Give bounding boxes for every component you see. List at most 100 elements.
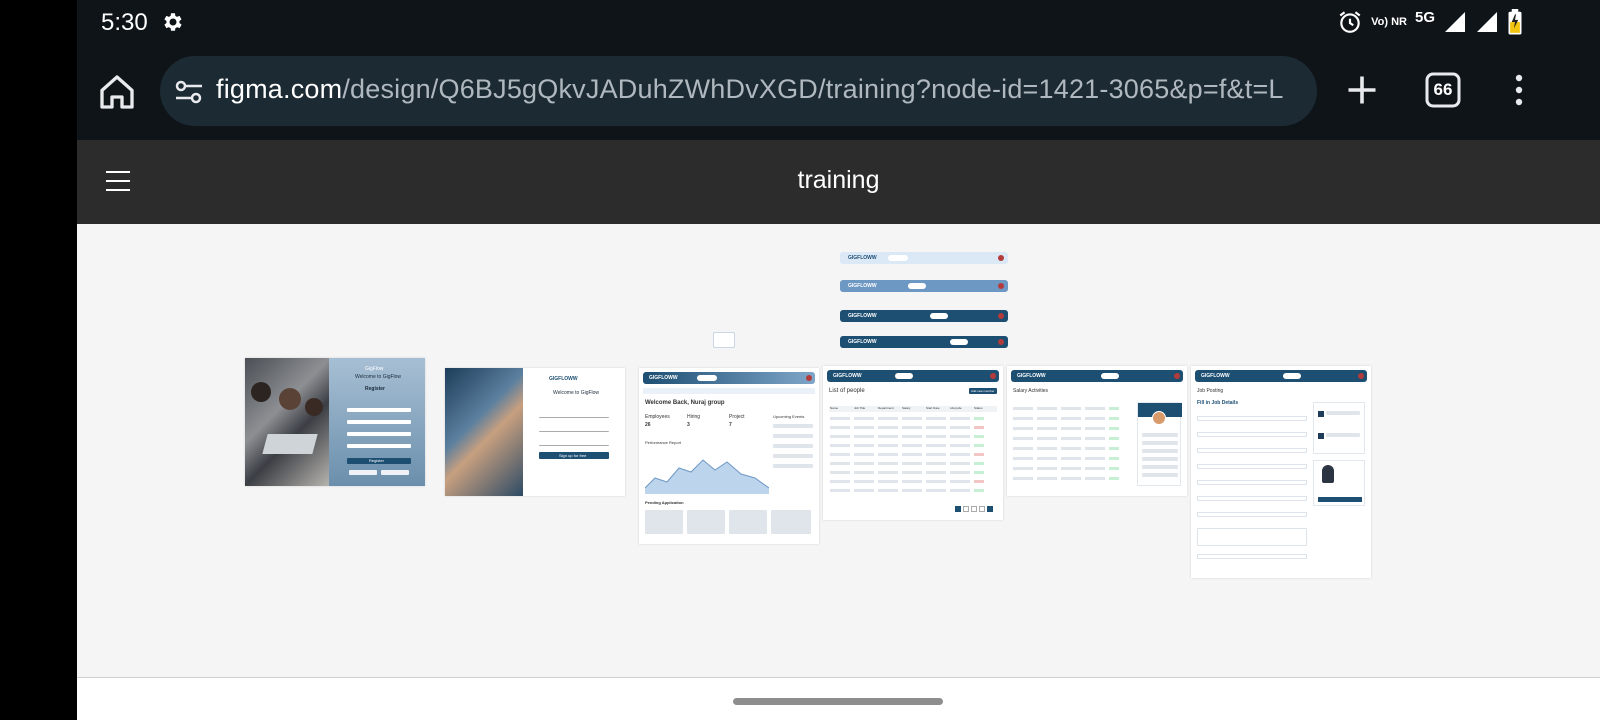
table-row[interactable] [1013, 426, 1131, 432]
register-field[interactable] [347, 432, 411, 436]
signup-button[interactable]: Sign up for free [539, 452, 609, 459]
nav-active-pill [908, 283, 926, 289]
applicant-card[interactable] [729, 510, 767, 534]
table-cell [878, 417, 898, 420]
table-cell [830, 453, 850, 456]
applicant-card[interactable] [687, 510, 725, 534]
table-row[interactable] [829, 416, 997, 422]
tab-switcher-button[interactable]: 66 [1423, 70, 1463, 110]
register-button[interactable]: Register [347, 458, 411, 464]
table-cell [1037, 467, 1057, 470]
table-cell [926, 444, 946, 447]
job-field[interactable] [1197, 448, 1307, 453]
welcome-field[interactable] [539, 442, 609, 446]
column-header: Department [878, 406, 894, 410]
table-row[interactable] [829, 479, 997, 485]
table-cell [1013, 427, 1033, 430]
job-description-field[interactable] [1197, 528, 1307, 546]
table-row[interactable] [829, 452, 997, 458]
pending-title: Pending Application [645, 500, 684, 505]
welcome-field[interactable] [539, 414, 609, 418]
table-row[interactable] [1013, 436, 1131, 442]
table-cell [974, 462, 984, 465]
job-subtitle: Fill in Job Details [1197, 400, 1239, 406]
table-cell [854, 426, 874, 429]
job-field[interactable] [1197, 512, 1307, 517]
url-text[interactable]: figma.com/design/Q6BJ5gQkvJADuhZWhDvXGD/… [216, 74, 1284, 105]
job-field[interactable] [1197, 416, 1307, 421]
dashboard-navbar: GIGFLOWW [643, 372, 815, 384]
stat2-value: 3 [687, 422, 690, 428]
frame-welcome[interactable]: GIGFLOWW Welcome to GigFlow Sign up for … [445, 368, 625, 496]
home-icon[interactable] [97, 72, 137, 112]
add-member-button[interactable]: Add new member [969, 388, 997, 394]
plus-icon[interactable] [1344, 72, 1380, 108]
table-cell [1013, 477, 1033, 480]
tune-icon[interactable] [174, 78, 204, 106]
table-row[interactable] [829, 461, 997, 467]
pagination[interactable] [955, 506, 995, 512]
table-cell [950, 480, 970, 483]
avatar [998, 255, 1004, 261]
nav-active-pill [950, 339, 968, 345]
table-cell [902, 417, 922, 420]
team-photo [245, 358, 329, 486]
avatar [990, 373, 996, 379]
table-cell [1037, 437, 1057, 440]
nav-variant[interactable]: GIGFLOWW [840, 336, 1008, 348]
nav-logo: GIGFLOWW [848, 339, 877, 345]
job-title: Job Posting [1197, 388, 1224, 394]
table-row[interactable] [1013, 466, 1131, 472]
applicant-card[interactable] [645, 510, 683, 534]
applicant-card[interactable] [771, 510, 811, 534]
frame-job-posting[interactable]: GIGFLOWW Job Posting Fill in Job Details [1191, 366, 1371, 578]
table-row[interactable] [1013, 456, 1131, 462]
stat1-value: 26 [645, 422, 651, 428]
more-vert-icon[interactable] [1509, 72, 1529, 108]
promo-button[interactable] [1318, 497, 1362, 502]
frame-people-list[interactable]: GIGFLOWW List of people Add new member N… [823, 366, 1003, 520]
table-cell [878, 489, 898, 492]
frame-dashboard[interactable]: GIGFLOWW Welcome Back, Nuraj group Emplo… [639, 368, 819, 544]
table-row[interactable] [1013, 416, 1131, 422]
table-row[interactable] [1013, 406, 1131, 412]
figma-canvas[interactable]: GIGFLOWW GIGFLOWW GIGFLOWW GIGFLOWW GigF… [77, 224, 1600, 678]
table-row[interactable] [829, 470, 997, 476]
url-host: figma.com [216, 74, 343, 104]
file-title[interactable]: training [77, 166, 1600, 195]
table-row[interactable] [1013, 446, 1131, 452]
table-cell [1013, 457, 1033, 460]
job-field[interactable] [1197, 496, 1307, 501]
register-field[interactable] [347, 444, 411, 448]
nav-variant[interactable]: GIGFLOWW [840, 280, 1008, 292]
people-title: List of people [829, 388, 865, 394]
small-component[interactable] [713, 332, 735, 348]
salary-logo: GIGFLOWW [1017, 373, 1046, 379]
frame-salary[interactable]: GIGFLOWW Salary Activities [1007, 366, 1187, 496]
gesture-handle[interactable] [733, 698, 943, 705]
table-row[interactable] [829, 425, 997, 431]
dashboard-logo: GIGFLOWW [649, 375, 678, 381]
job-field[interactable] [1197, 554, 1307, 559]
salary-navbar: GIGFLOWW [1011, 370, 1183, 382]
register-field[interactable] [347, 420, 411, 424]
welcome-field[interactable] [539, 428, 609, 432]
table-row[interactable] [829, 434, 997, 440]
frame-register[interactable]: GigFlow Welcome to GigFlow Register Regi… [245, 358, 425, 486]
table-cell [854, 435, 874, 438]
table-cell [830, 471, 850, 474]
job-field[interactable] [1197, 480, 1307, 485]
table-cell [974, 489, 984, 492]
nav-variant[interactable]: GIGFLOWW [840, 310, 1008, 322]
register-field[interactable] [347, 408, 411, 412]
table-row[interactable] [829, 443, 997, 449]
register-title: Register [365, 386, 386, 392]
nav-variant[interactable]: GIGFLOWW [840, 252, 1008, 264]
table-row[interactable] [829, 488, 997, 494]
job-field[interactable] [1197, 432, 1307, 437]
url-path: /design/Q6BJ5gQkvJADuhZWhDvXGD/training?… [342, 74, 1284, 104]
table-row[interactable] [1013, 476, 1131, 482]
address-bar[interactable]: figma.com/design/Q6BJ5gQkvJADuhZWhDvXGD/… [160, 56, 1317, 126]
job-field[interactable] [1197, 464, 1307, 469]
avatar [806, 375, 812, 381]
